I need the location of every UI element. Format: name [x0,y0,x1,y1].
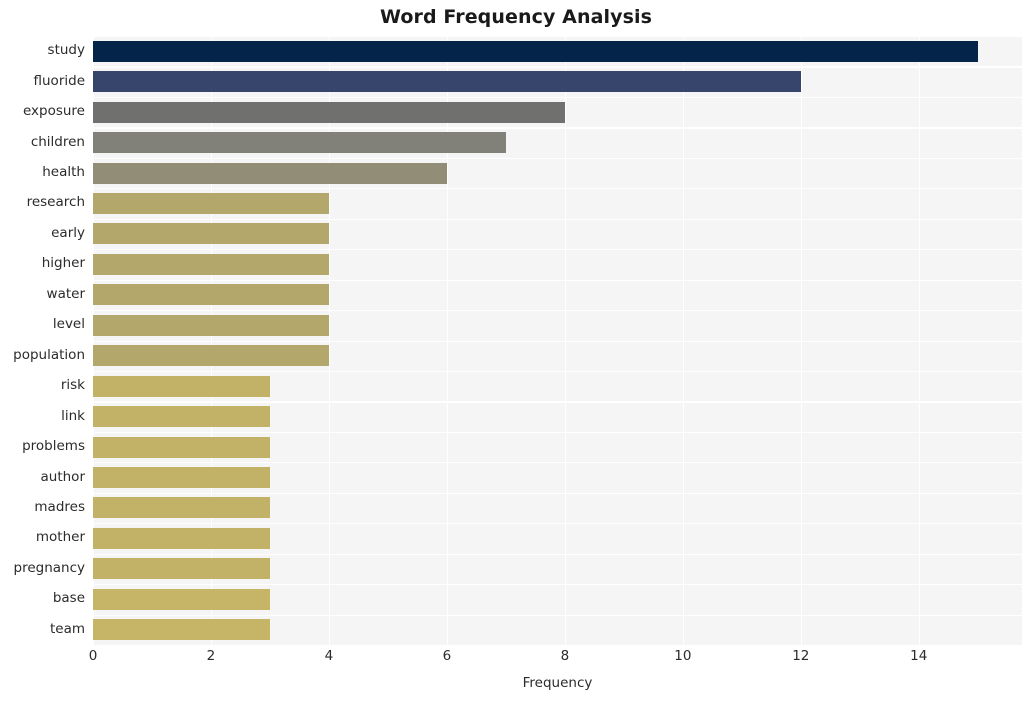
bar[interactable] [93,619,270,641]
bar[interactable] [93,467,270,489]
gridline-horizontal [93,553,1022,555]
gridline-horizontal [93,66,1022,68]
y-tick-label: link [61,407,85,424]
y-tick-label: base [52,590,85,607]
gridline-horizontal [93,157,1022,159]
y-tick-label: population [13,346,85,363]
x-tick-label: 4 [324,648,334,664]
word-frequency-chart: Word Frequency Analysis study fluoride exp… [0,0,1032,701]
y-axis-tick-labels: study fluoride exposure children health resea… [0,36,85,645]
x-tick-label: 14 [910,648,928,664]
bar[interactable] [93,436,270,458]
gridline-horizontal [93,218,1022,220]
y-tick-label: fluoride [33,72,86,89]
y-tick-label: research [26,194,85,211]
x-tick-label: 12 [792,648,810,664]
gridline-horizontal [93,279,1022,281]
y-tick-label: risk [60,377,85,394]
plot-area [93,36,1022,645]
y-tick-label: author [40,468,86,485]
gridline-horizontal [93,96,1022,99]
gridline-horizontal [93,401,1022,403]
bar[interactable] [93,162,447,184]
bar[interactable] [93,71,801,93]
bar[interactable] [93,284,329,306]
bar[interactable] [93,588,270,610]
gridline-horizontal [93,340,1022,342]
gridline-horizontal [93,614,1022,616]
y-tick-label: problems [22,438,85,455]
x-tick-label: 8 [560,648,570,664]
gridline-horizontal [93,492,1022,494]
y-tick-label: higher [41,255,85,272]
x-tick-label: 0 [88,648,98,664]
bar[interactable] [93,192,329,214]
x-tick-label: 10 [674,648,692,664]
bar[interactable] [93,40,978,62]
bar[interactable] [93,527,270,549]
gridline-horizontal [93,370,1022,373]
bar[interactable] [93,101,565,123]
bar[interactable] [93,253,329,275]
y-tick-label: study [47,42,85,59]
bar[interactable] [93,345,329,367]
y-tick-label: water [46,285,85,302]
y-tick-label: pregnancy [13,559,86,576]
bar[interactable] [93,132,506,154]
x-tick-label: 2 [206,648,216,664]
bar[interactable] [93,314,329,336]
y-tick-label: exposure [22,103,85,120]
gridline-horizontal [93,523,1022,525]
bar[interactable] [93,223,329,245]
x-axis-tick-labels: 0 2 4 6 8 10 12 14 [0,648,1032,672]
gridline-horizontal [93,188,1022,190]
y-tick-label: team [49,620,85,637]
gridline-horizontal [93,127,1022,129]
y-tick-label: health [42,164,85,181]
gridline-horizontal [93,584,1022,586]
bar[interactable] [93,558,270,580]
y-tick-label: mother [35,529,85,546]
bar[interactable] [93,497,270,519]
gridline-horizontal [93,36,1022,38]
gridline-horizontal [93,249,1022,251]
chart-title: Word Frequency Analysis [379,6,653,28]
bar[interactable] [93,406,270,428]
gridline-horizontal [93,310,1022,312]
gridline-horizontal [93,431,1022,434]
gridline-horizontal [93,462,1022,464]
y-tick-label: early [51,224,85,241]
bar[interactable] [93,375,270,397]
y-tick-label: children [30,133,85,150]
y-tick-label: level [52,316,85,333]
x-tick-label: 6 [442,648,452,664]
x-axis-label: Frequency [522,675,593,691]
y-tick-label: madres [34,498,85,515]
